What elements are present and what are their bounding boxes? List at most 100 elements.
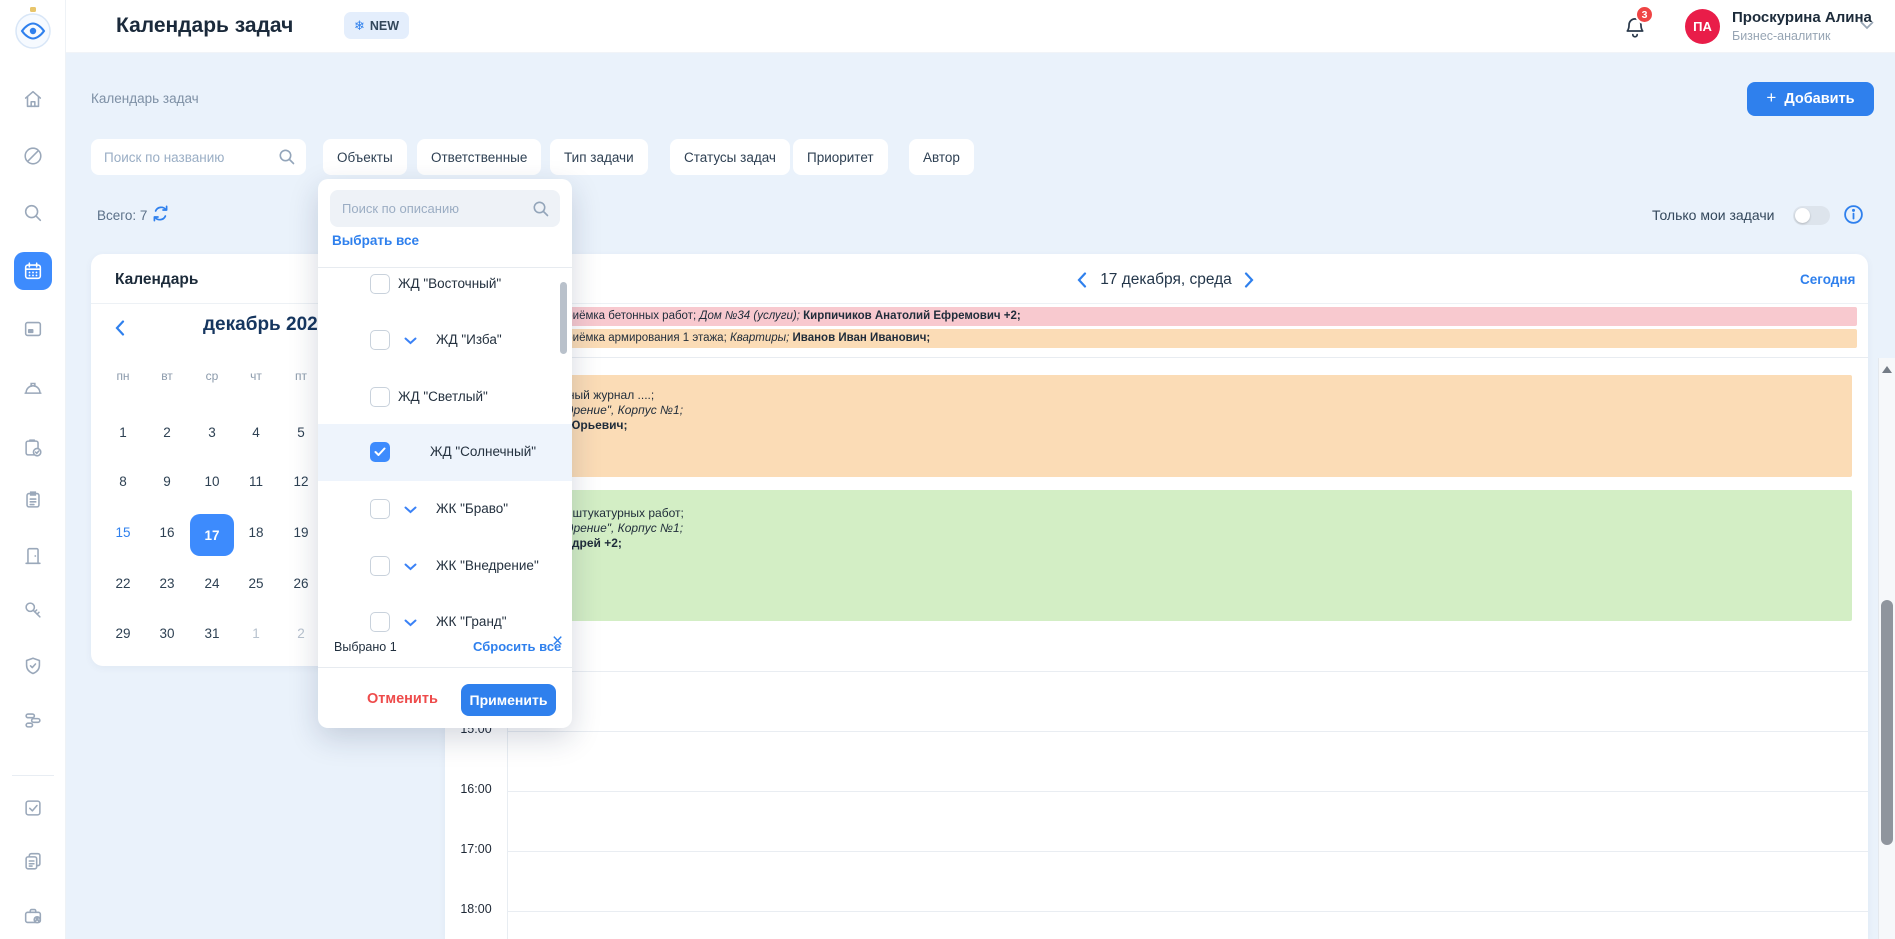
only-my-tasks-toggle[interactable]: [1793, 206, 1830, 225]
title-search-input[interactable]: [91, 139, 306, 175]
date-cell[interactable]: 22: [105, 576, 141, 596]
user-name: Проскурина Алина: [1732, 9, 1872, 26]
top-header: Календарь задач ❄ NEW 3 ПА Проскурина Ал…: [66, 0, 1895, 53]
scrollbar-thumb[interactable]: [1881, 600, 1893, 845]
org-flow-icon[interactable]: [22, 709, 44, 731]
chevron-down-icon[interactable]: [404, 506, 417, 514]
new-badge-label: NEW: [370, 19, 399, 33]
date-cell[interactable]: 4: [238, 425, 274, 445]
allday-event-reinforcement[interactable]: Приёмка армирования 1 этажа; Квартиры; И…: [546, 329, 1857, 348]
date-cell[interactable]: 5: [283, 425, 319, 445]
checkbox[interactable]: [370, 556, 390, 576]
allday-event-concrete[interactable]: Приёмка бетонных работ; Дом №34 (услуги)…: [546, 307, 1857, 326]
sidebar-item-calendar-active[interactable]: [14, 252, 52, 290]
date-cell[interactable]: 10: [194, 474, 230, 494]
filter-task-type[interactable]: Тип задачи: [550, 139, 648, 175]
date-cell-next-month[interactable]: 1: [238, 626, 274, 646]
filter-objects[interactable]: Объекты: [323, 139, 407, 175]
date-cell[interactable]: 8: [105, 474, 141, 494]
hardhat-icon[interactable]: [22, 378, 44, 400]
timed-event-journal[interactable]: Подписаный журнал ....; ЖК "Внедрение", …: [508, 375, 1852, 477]
checkbox-checked[interactable]: [370, 442, 390, 462]
list-item[interactable]: ЖК "Гранд": [318, 594, 572, 635]
avatar[interactable]: ПА: [1685, 9, 1720, 44]
filter-author[interactable]: Автор: [909, 139, 974, 175]
title-search-field[interactable]: [91, 139, 306, 175]
notifications-count-badge: 3: [1635, 5, 1654, 24]
search-icon[interactable]: [22, 202, 44, 224]
list-item[interactable]: ЖД "Восточный": [318, 268, 572, 313]
list-item[interactable]: ЖД "Изба": [318, 312, 572, 369]
date-cell[interactable]: 12: [283, 474, 319, 494]
check-square-icon[interactable]: [22, 797, 44, 819]
timed-event-plaster[interactable]: Приёмка штукатурных работ; ЖК "Внедрение…: [508, 490, 1852, 621]
filter-task-statuses[interactable]: Статусы задач: [670, 139, 790, 175]
page-scrollbar[interactable]: [1878, 358, 1895, 939]
list-item-selected[interactable]: ЖД "Солнечный": [318, 424, 572, 481]
filter-priority[interactable]: Приоритет: [793, 139, 888, 175]
checkbox[interactable]: [370, 612, 390, 632]
checkbox[interactable]: [370, 330, 390, 350]
next-day-icon[interactable]: [1244, 272, 1254, 288]
date-cell[interactable]: 11: [238, 474, 274, 494]
clipboard-check-icon[interactable]: [22, 437, 44, 459]
checkbox[interactable]: [370, 274, 390, 294]
date-cell-selected[interactable]: 17: [190, 514, 234, 556]
date-cell[interactable]: 26: [283, 576, 319, 596]
date-cell[interactable]: 1: [105, 425, 141, 445]
date-cell[interactable]: 2: [149, 425, 185, 445]
key-icon[interactable]: [22, 599, 44, 621]
date-cell[interactable]: 23: [149, 576, 185, 596]
app-logo[interactable]: [10, 5, 56, 51]
refresh-icon[interactable]: [151, 204, 170, 223]
date-cell[interactable]: 16: [149, 525, 185, 545]
briefcase-user-icon[interactable]: [22, 905, 44, 927]
door-icon[interactable]: [22, 545, 44, 567]
checkbox[interactable]: [370, 387, 390, 407]
filter-responsible[interactable]: Ответственные: [417, 139, 541, 175]
dropdown-search-field[interactable]: [330, 190, 560, 227]
date-cell[interactable]: 31: [194, 626, 230, 646]
date-cell[interactable]: 25: [238, 576, 274, 596]
objects-filter-dropdown: Выбрать все ЖД "Восточный" ЖД "Изба" ЖД …: [318, 179, 572, 728]
date-cell[interactable]: 19: [283, 525, 319, 545]
chevron-down-icon[interactable]: [404, 563, 417, 571]
date-cell[interactable]: 18: [238, 525, 274, 545]
list-item[interactable]: ЖД "Светлый": [318, 369, 572, 426]
shield-check-icon[interactable]: [22, 655, 44, 677]
checkbox[interactable]: [370, 499, 390, 519]
chevron-down-icon[interactable]: [1860, 21, 1874, 30]
chevron-down-icon[interactable]: [404, 619, 417, 627]
date-cell[interactable]: 29: [105, 626, 141, 646]
archive-icon[interactable]: [22, 318, 44, 340]
date-cell[interactable]: 30: [149, 626, 185, 646]
prev-day-icon[interactable]: [1077, 272, 1087, 288]
reset-all-link[interactable]: Сбросить все: [473, 639, 561, 654]
cancel-button[interactable]: Отменить: [367, 691, 438, 707]
add-button[interactable]: + Добавить: [1747, 82, 1874, 116]
apply-button[interactable]: Применить: [461, 684, 556, 716]
list-scrollbar-thumb[interactable]: [560, 282, 567, 354]
clipboard-list-icon[interactable]: [22, 489, 44, 511]
chevron-down-icon[interactable]: [404, 337, 417, 345]
info-icon[interactable]: [1843, 204, 1864, 225]
date-cell[interactable]: 9: [149, 474, 185, 494]
date-cell-next-month[interactable]: 2: [283, 626, 319, 646]
divider: [445, 357, 1868, 358]
date-cell[interactable]: 3: [194, 425, 230, 445]
date-cell-today[interactable]: 15: [105, 525, 141, 545]
list-item[interactable]: ЖК "Браво": [318, 481, 572, 538]
ban-icon[interactable]: [22, 145, 44, 167]
home-icon[interactable]: [22, 88, 44, 110]
weekday-fri: пт: [283, 369, 319, 383]
app-title: Календарь задач: [116, 14, 293, 38]
scroll-up-arrow-icon[interactable]: [1882, 366, 1892, 373]
list-item[interactable]: ЖК "Внедрение": [318, 538, 572, 595]
dropdown-search-input[interactable]: [330, 190, 560, 227]
today-button[interactable]: Сегодня: [1800, 272, 1855, 287]
copy-docs-icon[interactable]: [22, 850, 44, 872]
close-icon[interactable]: ×: [552, 632, 563, 652]
prev-month-icon[interactable]: [115, 320, 125, 336]
select-all-link[interactable]: Выбрать все: [332, 233, 419, 248]
date-cell[interactable]: 24: [194, 576, 230, 596]
